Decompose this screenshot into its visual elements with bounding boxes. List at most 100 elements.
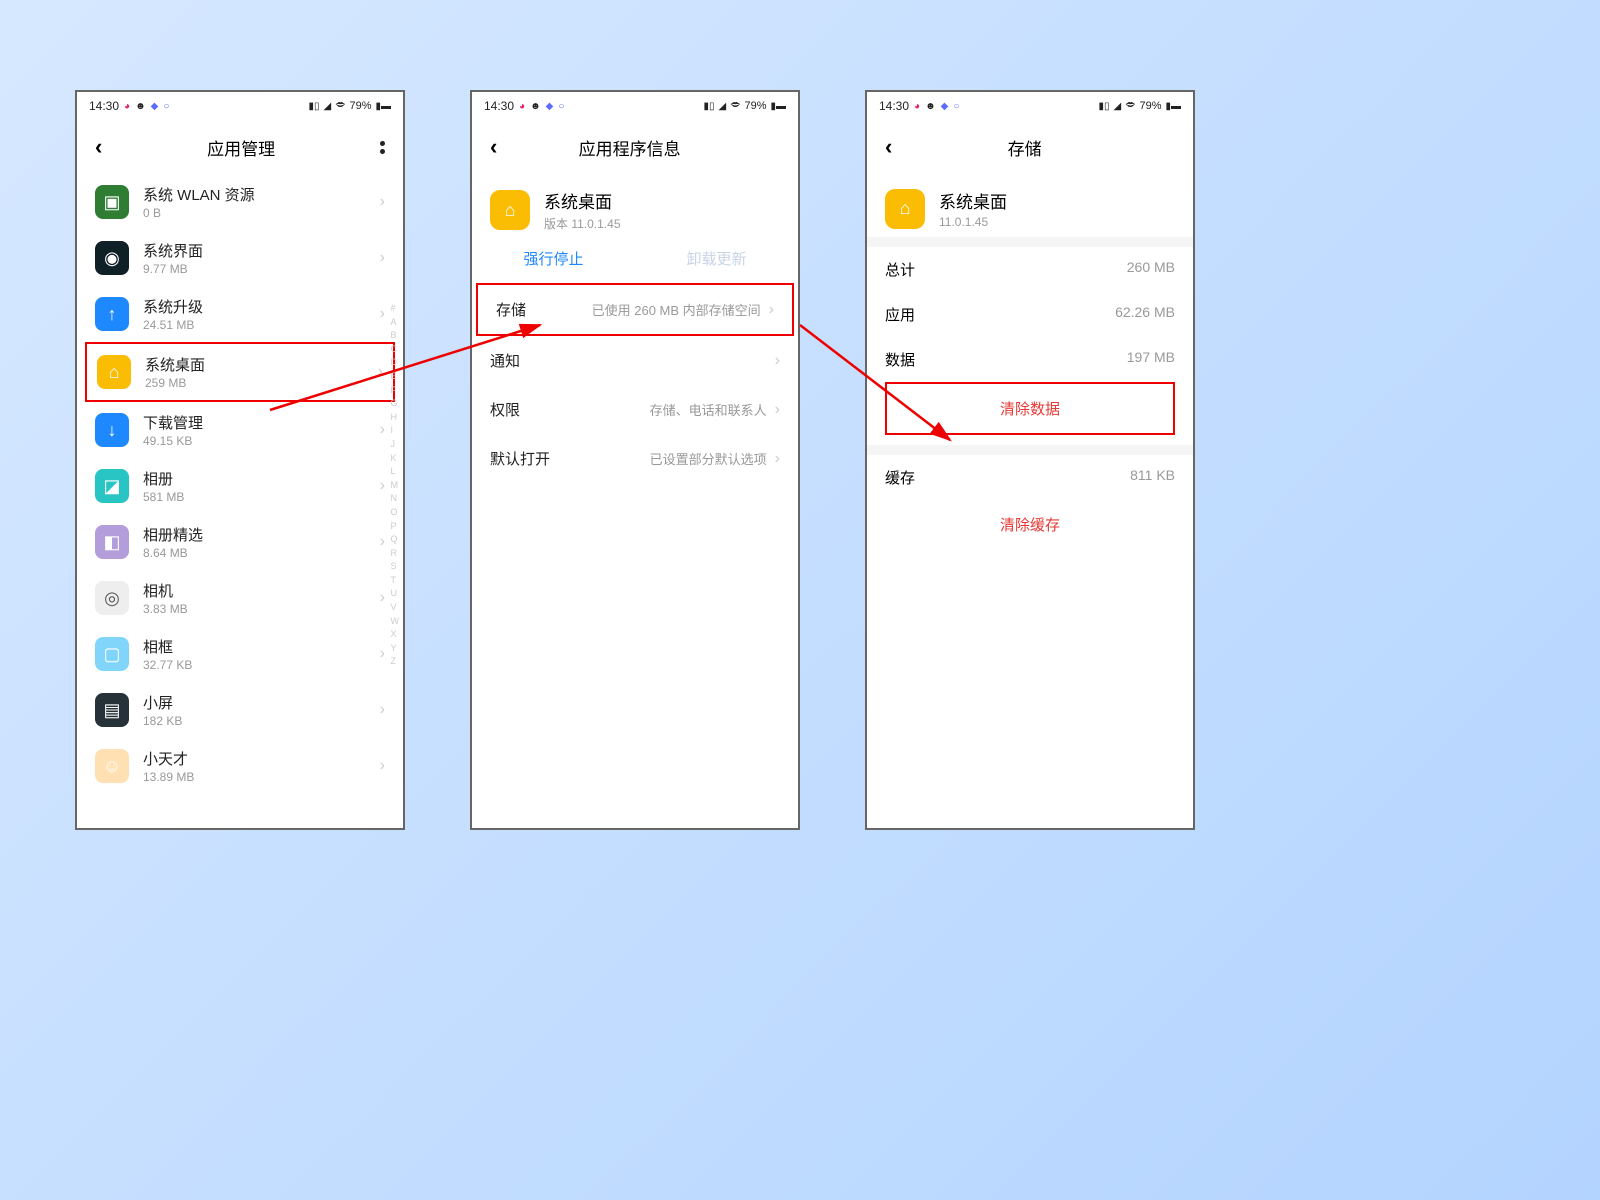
- index-letter[interactable]: L: [391, 465, 400, 478]
- app-row[interactable]: ◉系统界面9.77 MB›: [85, 230, 395, 286]
- index-letter[interactable]: E: [391, 370, 400, 383]
- index-letter[interactable]: C: [391, 343, 400, 356]
- cache-label: 缓存: [885, 467, 915, 488]
- menu-button[interactable]: [380, 141, 385, 154]
- index-letter[interactable]: S: [391, 560, 400, 573]
- app-row[interactable]: ☺小天才13.89 MB›: [85, 738, 395, 794]
- storage-label: 存储: [496, 299, 526, 320]
- notifications-row[interactable]: 通知 ›: [472, 336, 798, 385]
- phone-screen-app-info: 14:30 ◕ ☻ ◆ ○ ▮▯ ◢ 🗢 79% ▮▬ ‹ 应用程序信息 ⌂ 系…: [470, 90, 800, 830]
- index-letter[interactable]: J: [391, 438, 400, 451]
- notif-label: 通知: [490, 350, 520, 371]
- status-battery-pct: 79%: [1139, 100, 1161, 112]
- header: ‹ 应用程序信息: [472, 120, 798, 174]
- app-icon: ▣: [95, 185, 129, 219]
- clear-cache-button[interactable]: 清除缓存: [885, 500, 1175, 549]
- index-letter[interactable]: X: [391, 628, 400, 641]
- uninstall-updates-button[interactable]: 卸载更新: [686, 248, 746, 269]
- default-label: 默认打开: [490, 448, 550, 469]
- app-name: 系统桌面: [145, 354, 378, 375]
- battery-icon: ▮▬: [375, 101, 391, 112]
- status-time: 14:30: [89, 99, 119, 113]
- index-letter[interactable]: V: [391, 601, 400, 614]
- app-row[interactable]: ◪相册581 MB›: [85, 458, 395, 514]
- app-row[interactable]: ↓下载管理49.15 KB›: [85, 402, 395, 458]
- app-row[interactable]: ▤小屏182 KB›: [85, 682, 395, 738]
- back-button[interactable]: ‹: [490, 134, 497, 160]
- battery-icon: ▮▬: [1165, 101, 1181, 112]
- force-stop-button[interactable]: 强行停止: [523, 248, 583, 269]
- index-letter[interactable]: #: [391, 302, 400, 315]
- status-time: 14:30: [879, 99, 909, 113]
- signal-icon: ◢: [719, 101, 727, 112]
- index-letter[interactable]: Z: [391, 655, 400, 668]
- app-name: 小屏: [143, 692, 380, 713]
- index-letter[interactable]: D: [391, 356, 400, 369]
- app-value: 62.26 MB: [1115, 304, 1175, 325]
- app-size: 3.83 MB: [143, 602, 380, 616]
- index-letter[interactable]: M: [391, 479, 400, 492]
- chevron-right-icon: ›: [380, 477, 385, 495]
- app-size: 13.89 MB: [143, 770, 380, 784]
- index-letter[interactable]: U: [391, 587, 400, 600]
- default-open-row[interactable]: 默认打开 已设置部分默认选项 ›: [472, 434, 798, 483]
- index-letter[interactable]: T: [391, 574, 400, 587]
- app-row[interactable]: ◎相机3.83 MB›: [85, 570, 395, 626]
- index-letter[interactable]: I: [391, 424, 400, 437]
- app-row[interactable]: ◧相册精选8.64 MB›: [85, 514, 395, 570]
- app-size: 0 B: [143, 206, 380, 220]
- permissions-row[interactable]: 权限 存储、电话和联系人 ›: [472, 385, 798, 434]
- app-size: 24.51 MB: [143, 318, 380, 332]
- signal-icon: ◢: [1114, 101, 1122, 112]
- action-row: 强行停止 卸载更新: [472, 240, 798, 283]
- status-icon: ☻: [135, 101, 146, 112]
- data-value: 197 MB: [1127, 349, 1175, 370]
- app-row[interactable]: ↑系统升级24.51 MB›: [85, 286, 395, 342]
- app-size: 9.77 MB: [143, 262, 380, 276]
- app-row[interactable]: ▣ 系统 WLAN 资源0 B›: [85, 174, 395, 230]
- perm-label: 权限: [490, 399, 520, 420]
- index-letter[interactable]: K: [391, 452, 400, 465]
- data-label: 数据: [885, 349, 915, 370]
- total-row: 总计 260 MB: [867, 247, 1193, 292]
- storage-row[interactable]: 存储 已使用 260 MB 内部存储空间 ›: [476, 283, 794, 336]
- index-letter[interactable]: O: [391, 506, 400, 519]
- index-letter[interactable]: H: [391, 411, 400, 424]
- app-size: 8.64 MB: [143, 546, 380, 560]
- app-name: 系统桌面: [939, 188, 1007, 213]
- clear-data-button[interactable]: 清除数据: [885, 382, 1175, 435]
- chevron-right-icon: ›: [775, 352, 780, 370]
- index-letter[interactable]: W: [391, 615, 400, 628]
- index-letter[interactable]: F: [391, 384, 400, 397]
- index-letter[interactable]: R: [391, 547, 400, 560]
- vibrate-icon: ▮▯: [704, 101, 715, 112]
- app-name: 小天才: [143, 748, 380, 769]
- app-row[interactable]: ⌂系统桌面259 MB›: [85, 342, 395, 402]
- back-button[interactable]: ‹: [95, 134, 102, 160]
- app-info-header: ⌂ 系统桌面 版本 11.0.1.45: [472, 174, 798, 240]
- wifi-icon: 🗢: [335, 98, 345, 115]
- app-name: 相框: [143, 636, 380, 657]
- chevron-right-icon: ›: [380, 193, 385, 211]
- back-button[interactable]: ‹: [885, 134, 892, 160]
- chevron-right-icon: ›: [380, 249, 385, 267]
- chevron-right-icon: ›: [775, 450, 780, 468]
- index-letter[interactable]: N: [391, 492, 400, 505]
- app-name: 下载管理: [143, 412, 380, 433]
- index-letter[interactable]: B: [391, 329, 400, 342]
- chevron-right-icon: ›: [775, 401, 780, 419]
- alpha-index[interactable]: #ABCDEFGHIJKLMNOPQRSTUVWXYZ: [391, 302, 400, 668]
- index-letter[interactable]: G: [391, 397, 400, 410]
- app-name: 系统 WLAN 资源: [143, 184, 380, 205]
- app-icon: ⌂: [97, 355, 131, 389]
- status-icon: ◕: [519, 101, 525, 112]
- total-value: 260 MB: [1127, 259, 1175, 280]
- app-icon: ↓: [95, 413, 129, 447]
- index-letter[interactable]: Y: [391, 642, 400, 655]
- app-icon: ↑: [95, 297, 129, 331]
- index-letter[interactable]: P: [391, 520, 400, 533]
- app-row[interactable]: ▢相框32.77 KB›: [85, 626, 395, 682]
- index-letter[interactable]: Q: [391, 533, 400, 546]
- index-letter[interactable]: A: [391, 316, 400, 329]
- battery-icon: ▮▬: [770, 101, 786, 112]
